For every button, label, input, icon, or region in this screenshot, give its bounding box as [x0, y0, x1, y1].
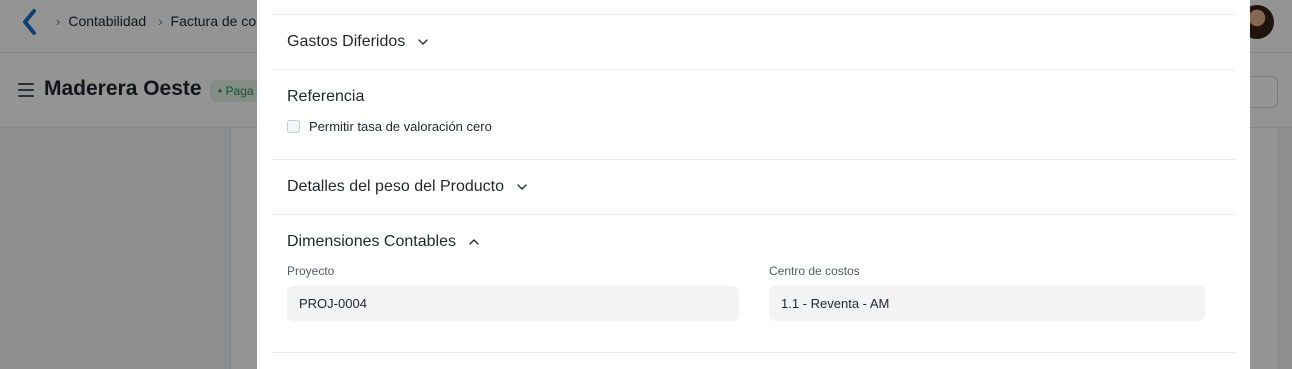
proyecto-label: Proyecto — [287, 264, 335, 278]
centro-costos-input[interactable]: 1.1 - Reventa - AM — [769, 286, 1205, 321]
item-edit-dialog: Gastos Diferidos Referencia Permitir tas… — [257, 0, 1250, 369]
section-peso-producto[interactable]: Detalles del peso del Producto — [272, 160, 1235, 215]
chevron-up-icon[interactable] — [468, 236, 480, 248]
chevron-down-icon[interactable] — [516, 181, 528, 193]
section-title-label: Gastos Diferidos — [287, 33, 406, 50]
section-title-dimensiones[interactable]: Dimensiones Contables — [287, 233, 480, 251]
proyecto-input[interactable]: PROJ-0004 — [287, 286, 739, 321]
chevron-down-icon[interactable] — [417, 36, 429, 48]
section-title-label: Dimensiones Contables — [287, 233, 456, 250]
section-title-gastos[interactable]: Gastos Diferidos — [287, 33, 429, 51]
section-referencia: Referencia Permitir tasa de valoración c… — [272, 70, 1235, 160]
previous-section — [272, 0, 1235, 15]
section-title-peso[interactable]: Detalles del peso del Producto — [287, 178, 528, 196]
section-title-label: Detalles del peso del Producto — [287, 178, 505, 195]
section-gastos-diferidos[interactable]: Gastos Diferidos — [272, 15, 1235, 70]
centro-costos-label: Centro de costos — [769, 264, 860, 278]
section-title-referencia: Referencia — [287, 88, 365, 105]
zero-valuation-checkbox[interactable] — [287, 120, 300, 133]
section-dimensiones-contables: Dimensiones Contables Proyecto PROJ-0004… — [272, 215, 1235, 353]
checkbox-label: Permitir tasa de valoración cero — [309, 119, 492, 134]
zero-valuation-checkbox-row[interactable]: Permitir tasa de valoración cero — [287, 119, 492, 134]
